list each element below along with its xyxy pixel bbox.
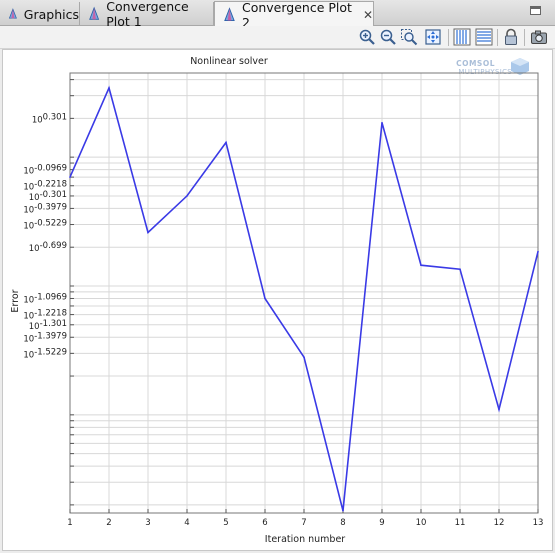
data-point	[342, 509, 344, 512]
data-point	[147, 231, 149, 234]
x-tick-label: 11	[455, 518, 466, 528]
toolbar-separator	[524, 29, 525, 46]
x-tick-label: 5	[223, 518, 228, 528]
y-tick-label: 10-0.3979	[23, 202, 67, 215]
data-point	[69, 176, 71, 178]
x-tick-label: 13	[533, 518, 544, 528]
y-tick-label: 10-0.301	[29, 190, 67, 203]
x-axis-label: Iteration number	[265, 534, 345, 545]
tab-graphics[interactable]: Graphics	[0, 2, 80, 26]
y-grid-button[interactable]	[475, 28, 493, 46]
zoom-in-icon	[359, 29, 375, 45]
x-tick-label: 1	[67, 518, 72, 528]
x-tick-label: 6	[262, 518, 267, 528]
maximize-button[interactable]	[530, 6, 541, 15]
plot-panel: COMSOL MULTIPHYSICS Nonlinear solver Ite…	[2, 49, 553, 551]
data-point	[498, 408, 500, 411]
tab-convergence-plot-1[interactable]: Convergence Plot 1	[80, 0, 214, 29]
vertical-grid-icon	[453, 28, 471, 46]
close-tab-icon[interactable]: ✕	[363, 8, 373, 22]
toolbar-separator	[448, 29, 449, 46]
horizontal-grid-icon	[475, 28, 493, 46]
data-point	[225, 141, 227, 144]
data-point	[303, 356, 305, 359]
y-tick-label: 10-0.0969	[23, 164, 67, 177]
zoom-out-button[interactable]	[379, 28, 397, 46]
plot-toolbar	[0, 26, 555, 49]
data-point	[459, 268, 461, 271]
y-tick-label: 10-1.5229	[23, 347, 67, 360]
zoom-in-button[interactable]	[358, 28, 376, 46]
data-point	[420, 264, 422, 267]
editor-tab-bar: Graphics Convergence Plot 1 Convergence …	[0, 0, 555, 30]
plot-icon	[89, 6, 100, 20]
x-tick-label: 2	[106, 518, 111, 528]
tab-convergence-plot-1-label: Convergence Plot 1	[106, 0, 189, 29]
graphics-icon	[8, 8, 17, 19]
chart-title: Nonlinear solver	[190, 56, 268, 67]
data-point	[537, 250, 539, 253]
y-axis-label: Error	[10, 289, 21, 312]
x-tick-label: 3	[145, 518, 150, 528]
logo-text-line1: COMSOL	[456, 59, 495, 68]
y-tick-label: 10-1.3979	[23, 331, 67, 344]
data-point	[381, 121, 383, 124]
x-tick-label: 10	[416, 518, 427, 528]
x-grid-button[interactable]	[453, 28, 471, 46]
zoom-box-button[interactable]	[400, 28, 418, 46]
tab-convergence-plot-2[interactable]: Convergence Plot 2 ✕	[214, 0, 374, 30]
y-tick-label: 100.301	[32, 112, 67, 125]
logo-text-line2: MULTIPHYSICS	[458, 68, 512, 76]
data-point	[186, 195, 188, 197]
y-tick-label: 10-0.699	[29, 241, 67, 254]
y-tick-label: 10-0.5229	[23, 219, 67, 232]
lock-axis-button[interactable]	[502, 28, 520, 46]
plot-icon	[224, 6, 235, 21]
data-point	[108, 87, 110, 89]
tab-graphics-label: Graphics	[23, 6, 79, 22]
x-tick-label: 8	[340, 518, 345, 528]
zoom-extents-button[interactable]	[424, 28, 442, 46]
zoom-out-icon	[380, 29, 396, 45]
camera-icon	[531, 30, 547, 44]
x-tick-label: 7	[301, 518, 306, 528]
convergence-chart: COMSOL MULTIPHYSICS Nonlinear solver Ite…	[10, 56, 544, 545]
zoom-box-icon	[401, 29, 418, 46]
zoom-extents-icon	[425, 29, 441, 45]
y-tick-label: 10-1.0969	[23, 292, 67, 305]
data-point	[264, 297, 266, 300]
y-tick-label: 10-1.301	[29, 319, 67, 332]
x-tick-label: 4	[184, 518, 189, 528]
toolbar-separator	[497, 29, 498, 46]
x-tick-label: 12	[494, 518, 505, 528]
lock-icon	[505, 28, 517, 45]
image-snapshot-button[interactable]	[530, 28, 548, 46]
x-tick-label: 9	[379, 518, 384, 528]
